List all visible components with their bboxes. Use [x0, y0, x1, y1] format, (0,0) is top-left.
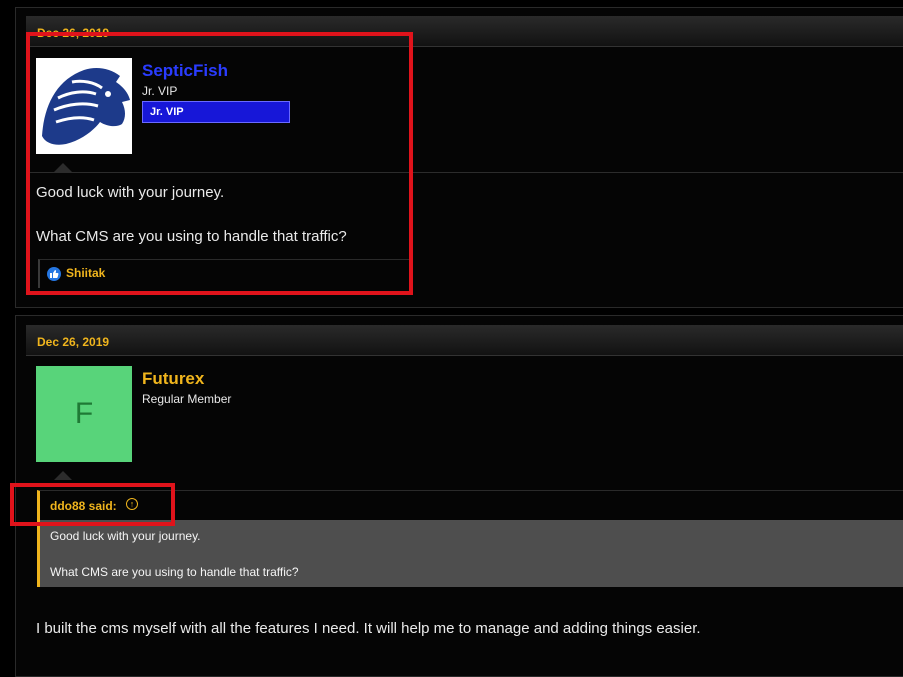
user-title: Regular Member	[142, 392, 232, 406]
user-avatar[interactable]: F	[36, 366, 132, 462]
username[interactable]: Futurex	[142, 369, 204, 389]
quote-line: What CMS are you using to handle that tr…	[50, 565, 299, 579]
annotation-box	[26, 32, 413, 295]
quote-line: Good luck with your journey.	[50, 529, 201, 543]
post-header: Dec 26, 2019	[26, 325, 903, 356]
post-body-line: I built the cms myself with all the feat…	[36, 620, 701, 637]
post-date[interactable]: Dec 26, 2019	[37, 335, 109, 349]
quote-body: Good luck with your journey. What CMS ar…	[37, 520, 903, 587]
annotation-box	[10, 483, 175, 526]
avatar-pointer	[54, 471, 72, 480]
